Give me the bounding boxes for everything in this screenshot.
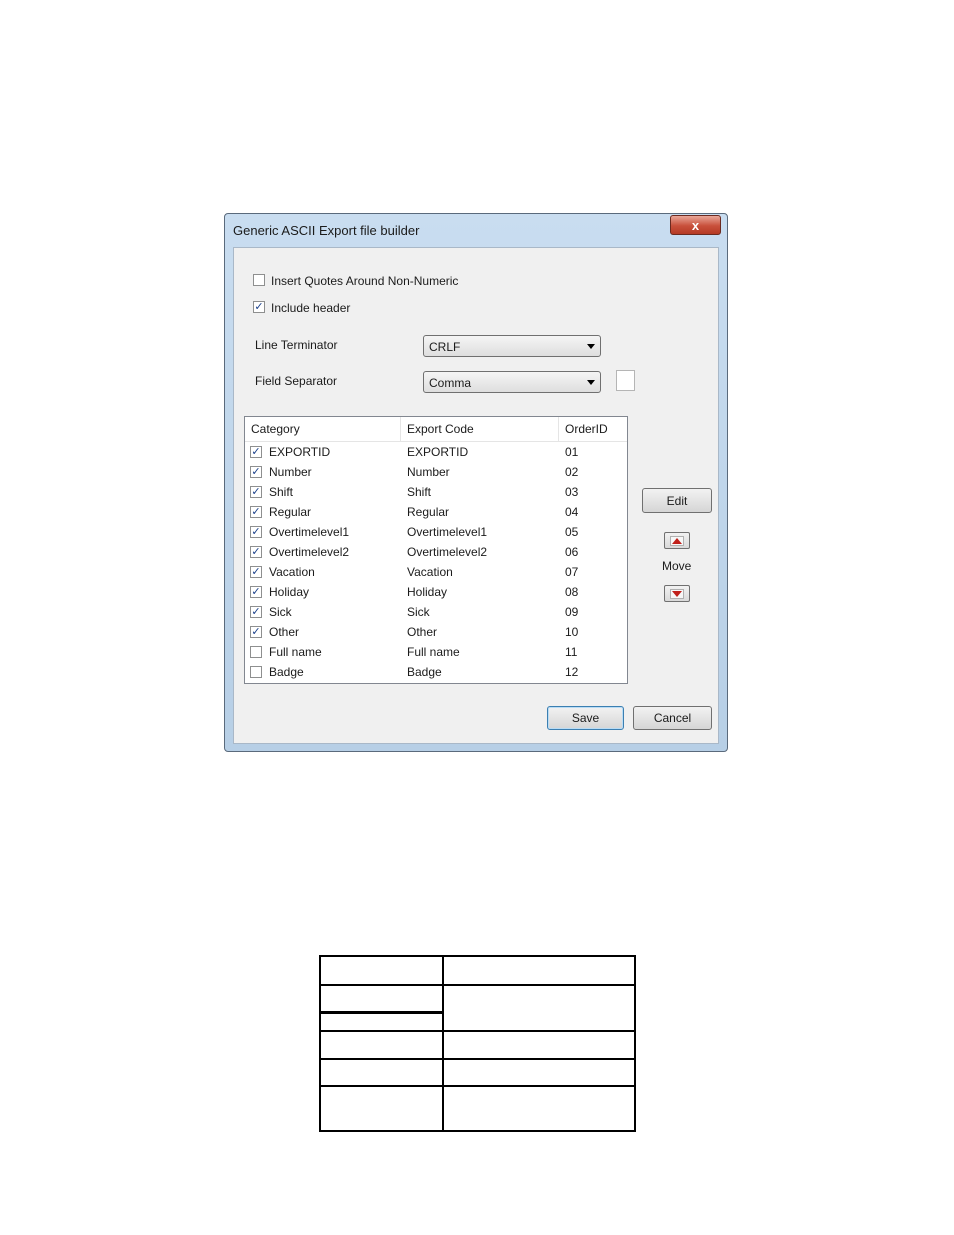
export-code-cell: Other: [407, 625, 438, 639]
row-checkbox[interactable]: [250, 446, 262, 458]
export-code-cell: EXPORTID: [407, 445, 469, 459]
list-item[interactable]: Overtimelevel1 Overtimelevel1 05: [245, 523, 627, 543]
line-terminator-select[interactable]: CRLF: [423, 335, 601, 357]
field-separator-value: Comma: [429, 376, 472, 390]
line-terminator-value: CRLF: [429, 340, 461, 354]
orderid-cell: 03: [565, 485, 579, 499]
arrow-down-icon: [672, 590, 682, 597]
table-divider: [442, 957, 444, 1130]
category-cell: Vacation: [269, 565, 315, 579]
close-icon: x: [691, 217, 700, 233]
category-cell: Regular: [269, 505, 312, 519]
row-checkbox[interactable]: [250, 666, 262, 678]
category-cell: Holiday: [269, 585, 310, 599]
list-item[interactable]: Holiday Holiday 08: [245, 583, 627, 603]
row-checkbox[interactable]: [250, 506, 262, 518]
move-down-button[interactable]: [664, 585, 690, 602]
orderid-cell: 02: [565, 465, 579, 479]
orderid-cell: 08: [565, 585, 579, 599]
close-button[interactable]: x: [670, 215, 721, 235]
table-divider: [321, 984, 634, 986]
export-code-cell: Vacation: [407, 565, 453, 579]
column-header-orderid[interactable]: OrderID: [559, 417, 627, 441]
orderid-cell: 09: [565, 605, 579, 619]
export-dialog: Generic ASCII Export file builder x Inse…: [224, 213, 728, 752]
row-checkbox[interactable]: [250, 466, 262, 478]
list-item[interactable]: EXPORTID EXPORTID 01: [245, 443, 627, 463]
list-item[interactable]: Overtimelevel2 Overtimelevel2 06: [245, 543, 627, 563]
category-cell: Overtimelevel2: [269, 545, 350, 559]
export-code-cell: Number: [407, 465, 450, 479]
insert-quotes-label: Insert Quotes Around Non-Numeric: [271, 274, 459, 288]
row-checkbox[interactable]: [250, 626, 262, 638]
list-item[interactable]: Shift Shift 03: [245, 483, 627, 503]
insert-quotes-checkbox[interactable]: [253, 274, 265, 286]
row-checkbox[interactable]: [250, 646, 262, 658]
field-separator-select[interactable]: Comma: [423, 371, 601, 393]
empty-table: [319, 955, 636, 1132]
category-list[interactable]: Category Export Code OrderID EXPORTIDEXP…: [244, 416, 628, 684]
row-checkbox[interactable]: [250, 546, 262, 558]
move-up-button[interactable]: [664, 532, 690, 549]
row-checkbox[interactable]: [250, 566, 262, 578]
custom-separator-field[interactable]: [616, 370, 635, 391]
category-cell: EXPORTID: [269, 445, 331, 459]
category-cell: Full name: [269, 645, 322, 659]
include-header-label: Include header: [271, 301, 351, 315]
category-cell: Sick: [269, 605, 292, 619]
table-divider: [321, 1058, 634, 1060]
save-button[interactable]: Save: [547, 706, 624, 730]
list-item[interactable]: Regular Regular 04: [245, 503, 627, 523]
dialog-title: Generic ASCII Export file builder: [233, 223, 420, 238]
chevron-down-icon: [587, 380, 595, 385]
orderid-cell: 11: [565, 645, 578, 659]
column-header-category[interactable]: Category: [245, 417, 401, 441]
category-cell: Shift: [269, 485, 294, 499]
list-item[interactable]: Full name Full name 11: [245, 643, 627, 663]
field-separator-label: Field Separator: [255, 374, 338, 388]
edit-button[interactable]: Edit: [642, 488, 712, 513]
export-code-cell: Holiday: [407, 585, 448, 599]
column-header-export-code[interactable]: Export Code: [401, 417, 559, 441]
row-checkbox[interactable]: [250, 486, 262, 498]
list-item[interactable]: Badge Badge 12: [245, 663, 627, 683]
row-checkbox[interactable]: [250, 606, 262, 618]
table-divider: [321, 1011, 442, 1014]
list-item[interactable]: Sick Sick 09: [245, 603, 627, 623]
move-label: Move: [662, 559, 692, 573]
list-item[interactable]: Other Other 10: [245, 623, 627, 643]
arrow-up-icon: [672, 537, 682, 544]
category-cell: Other: [269, 625, 300, 639]
category-cell: Overtimelevel1: [269, 525, 350, 539]
export-code-cell: Sick: [407, 605, 430, 619]
export-code-cell: Regular: [407, 505, 450, 519]
orderid-cell: 05: [565, 525, 579, 539]
list-header: Category Export Code OrderID: [245, 417, 627, 442]
export-code-cell: Badge: [407, 665, 442, 679]
export-code-cell: Overtimelevel2: [407, 545, 488, 559]
orderid-cell: 04: [565, 505, 579, 519]
orderid-cell: 01: [565, 445, 579, 459]
export-code-cell: Full name: [407, 645, 460, 659]
row-checkbox[interactable]: [250, 586, 262, 598]
line-terminator-label: Line Terminator: [255, 338, 338, 352]
export-code-cell: Shift: [407, 485, 432, 499]
orderid-cell: 12: [565, 665, 579, 679]
list-item[interactable]: Vacation Vacation 07: [245, 563, 627, 583]
row-checkbox[interactable]: [250, 526, 262, 538]
chevron-down-icon: [587, 344, 595, 349]
table-divider: [321, 1030, 634, 1032]
category-cell: Number: [269, 465, 312, 479]
orderid-cell: 10: [565, 625, 579, 639]
export-code-cell: Overtimelevel1: [407, 525, 488, 539]
category-cell: Badge: [269, 665, 304, 679]
orderid-cell: 07: [565, 565, 579, 579]
table-divider: [321, 1085, 634, 1087]
orderid-cell: 06: [565, 545, 579, 559]
cancel-button[interactable]: Cancel: [633, 706, 712, 730]
include-header-checkbox[interactable]: [253, 301, 265, 313]
list-item[interactable]: Number Number 02: [245, 463, 627, 483]
dialog-body: Insert Quotes Around Non-Numeric Include…: [233, 247, 719, 744]
